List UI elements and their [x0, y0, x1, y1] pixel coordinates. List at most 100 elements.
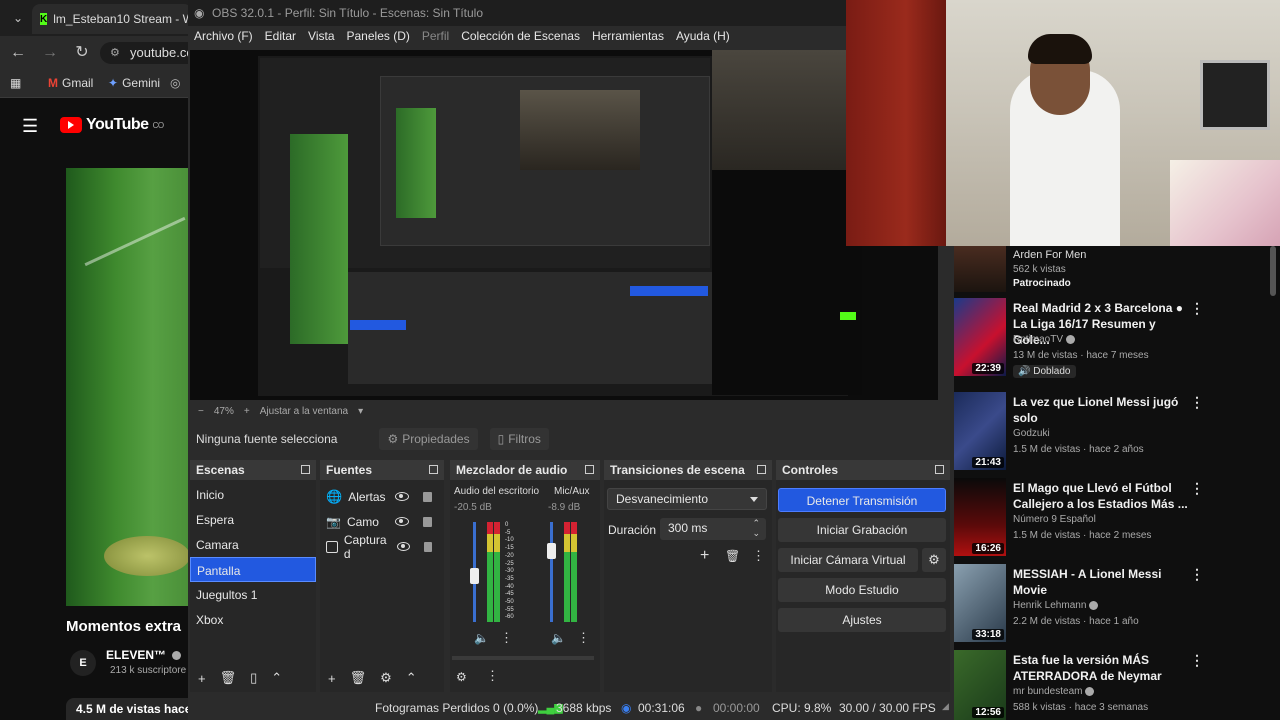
speaker-icon[interactable]: 🔈	[551, 631, 566, 645]
site-info-icon[interactable]: ⚙	[110, 42, 120, 64]
gear-icon[interactable]: ⚙	[456, 670, 467, 684]
reload-icon[interactable]: ↻	[72, 43, 92, 63]
globe-icon[interactable]: ◎	[170, 76, 180, 90]
filters-button[interactable]: ▯ Filtros	[489, 428, 549, 450]
kebab-menu-icon[interactable]: ⋮	[1190, 480, 1204, 497]
float-dock-icon[interactable]	[429, 465, 438, 474]
float-dock-icon[interactable]	[585, 465, 594, 474]
start-recording-button[interactable]: Iniciar Grabación	[778, 518, 946, 542]
lock-icon[interactable]	[423, 491, 432, 502]
mic-fader[interactable]	[550, 522, 553, 622]
apps-grid-icon[interactable]: ▦	[10, 76, 21, 90]
add-icon[interactable]: +	[700, 547, 709, 565]
rec-title[interactable]: La vez que Lionel Messi jugó solo	[1013, 394, 1193, 426]
trash-icon[interactable]: 🗑	[725, 549, 740, 563]
filter-icon[interactable]: ▯	[250, 670, 257, 686]
duration-spinbox[interactable]: 300 ms ⌃ ⌄	[660, 518, 766, 540]
menu-tools[interactable]: Herramientas	[586, 26, 670, 48]
eye-icon[interactable]	[395, 492, 409, 501]
scene-item[interactable]: Inicio	[190, 482, 316, 507]
recommendation-item[interactable]: 16:26 El Mago que Llevó el Fútbol Callej…	[954, 476, 1280, 558]
bookmark-gemini[interactable]: ✦ Gemini	[108, 76, 160, 90]
video-thumbnail[interactable]	[954, 246, 1006, 292]
video-thumbnail[interactable]: 16:26	[954, 478, 1006, 556]
trash-icon[interactable]: 🗑	[220, 670, 237, 686]
scene-item[interactable]: Camara	[190, 532, 316, 557]
menu-edit[interactable]: Editar	[259, 26, 302, 48]
rec-title[interactable]: MESSIAH - A Lionel Messi Movie	[1013, 566, 1193, 598]
start-virtual-camera-button[interactable]: Iniciar Cámara Virtual	[778, 548, 918, 572]
recommendation-item[interactable]: 22:39 Real Madrid 2 x 3 Barcelona ● La L…	[954, 296, 1280, 386]
menu-profile[interactable]: Perfil	[416, 26, 455, 48]
add-icon[interactable]: +	[198, 671, 206, 686]
menu-docks[interactable]: Paneles (D)	[341, 26, 416, 48]
recommendation-item[interactable]: Arden For Men 562 k vistas Patrocinado	[954, 246, 1280, 296]
kebab-menu-icon[interactable]: ⋮	[500, 630, 513, 646]
video-thumbnail[interactable]: 22:39	[954, 298, 1006, 376]
bookmark-gmail[interactable]: M Gmail	[48, 76, 93, 90]
menu-help[interactable]: Ayuda (H)	[670, 26, 736, 48]
scene-item[interactable]: Espera	[190, 507, 316, 532]
source-item[interactable]: 📷 Camo	[320, 509, 444, 534]
channel-name[interactable]: ELEVEN™	[106, 648, 182, 662]
scene-item[interactable]: Juegultos 1	[190, 582, 316, 607]
eye-icon[interactable]	[395, 517, 409, 526]
menu-file[interactable]: Archivo (F)	[188, 26, 259, 48]
scene-item-selected[interactable]: Pantalla	[190, 557, 316, 582]
kebab-menu-icon[interactable]: ⋮	[1190, 394, 1204, 411]
kebab-menu-icon[interactable]: ⋮	[486, 668, 499, 684]
resize-grip-icon[interactable]: ◢	[942, 701, 949, 712]
lock-icon[interactable]	[423, 516, 432, 527]
studio-mode-button[interactable]: Modo Estudio	[778, 578, 946, 602]
kebab-menu-icon[interactable]: ⋮	[577, 630, 590, 646]
tab-search-icon[interactable]: ⌄	[8, 8, 28, 28]
desktop-audio-fader-knob[interactable]	[470, 568, 479, 585]
source-item[interactable]: Captura d	[320, 533, 444, 561]
chevron-up-icon[interactable]: ⌃	[406, 670, 417, 686]
kebab-menu-icon[interactable]: ⋮	[1190, 300, 1204, 317]
properties-button[interactable]: ⚙ Propiedades	[379, 428, 478, 450]
recommendation-item[interactable]: 21:43 La vez que Lionel Messi jugó solo …	[954, 390, 1280, 472]
stop-streaming-button[interactable]: Detener Transmisión	[778, 488, 946, 512]
speaker-icon[interactable]: 🔈	[474, 631, 489, 645]
spin-arrows-icon[interactable]: ⌃ ⌄	[752, 518, 760, 538]
float-dock-icon[interactable]	[757, 465, 766, 474]
float-dock-icon[interactable]	[301, 465, 310, 474]
video-thumbnail[interactable]: 21:43	[954, 392, 1006, 470]
virtual-camera-settings-gear-icon[interactable]: ⚙	[922, 548, 946, 572]
browser-tab[interactable]: K lm_Esteban10 Stream - Watch	[32, 4, 192, 34]
menu-view[interactable]: Vista	[302, 26, 340, 48]
lock-icon[interactable]	[423, 541, 432, 552]
source-item[interactable]: 🌐 Alertas	[320, 484, 444, 509]
chevron-down-icon[interactable]: ▾	[358, 406, 363, 417]
scene-item[interactable]: Xbox	[190, 607, 316, 632]
kebab-menu-icon[interactable]: ⋮	[1190, 652, 1204, 669]
channel-avatar[interactable]: E	[70, 650, 96, 676]
menu-scene-collection[interactable]: Colección de Escenas	[455, 26, 586, 48]
kebab-menu-icon[interactable]: ⋮	[1190, 566, 1204, 583]
gear-icon[interactable]: ⚙	[380, 670, 392, 686]
kebab-menu-icon[interactable]: ⋮	[752, 548, 765, 564]
mic-fader-knob[interactable]	[547, 543, 556, 559]
mixer-scrollbar[interactable]	[452, 656, 594, 660]
back-icon[interactable]: ←	[8, 43, 28, 63]
settings-button[interactable]: Ajustes	[778, 608, 946, 632]
video-thumbnail[interactable]: 33:18	[954, 564, 1006, 642]
zoom-out-icon[interactable]: −	[198, 406, 204, 417]
hamburger-menu-icon[interactable]: ☰	[22, 116, 38, 137]
video-thumbnail[interactable]: 12:56	[954, 650, 1006, 720]
eye-icon[interactable]	[397, 542, 410, 551]
zoom-fit-label[interactable]: Ajustar a la ventana	[260, 406, 348, 417]
recommendation-item[interactable]: 12:56 Esta fue la versión MÁS ATERRADORA…	[954, 648, 1280, 720]
add-icon[interactable]: +	[328, 671, 336, 686]
rec-title[interactable]: El Mago que Llevó el Fútbol Callejero a …	[1013, 480, 1193, 512]
youtube-logo[interactable]: YouTube CO	[60, 116, 164, 134]
float-dock-icon[interactable]	[935, 465, 944, 474]
rec-title[interactable]: Esta fue la versión MÁS ATERRADORA de Ne…	[1013, 652, 1193, 684]
zoom-in-icon[interactable]: +	[244, 406, 250, 417]
chevron-up-icon[interactable]: ⌃	[271, 670, 282, 686]
recommendation-item[interactable]: 33:18 MESSIAH - A Lionel Messi Movie Hen…	[954, 562, 1280, 644]
forward-icon[interactable]: →	[40, 43, 60, 63]
transition-select[interactable]: Desvanecimiento	[607, 488, 767, 510]
trash-icon[interactable]: 🗑	[350, 670, 367, 686]
